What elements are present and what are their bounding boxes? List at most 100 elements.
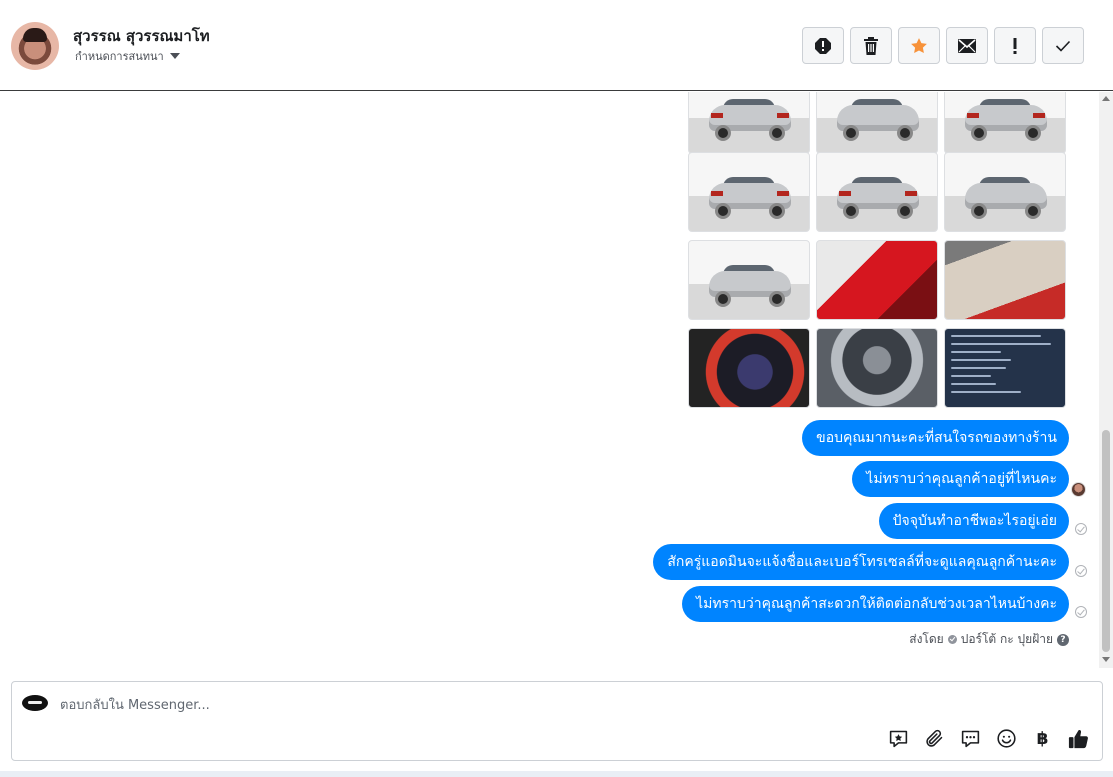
car-wheel bbox=[897, 203, 913, 219]
sent-by-info: ส่งโดย ปอร์โต้ กะ ปุยฝ้าย ? bbox=[909, 630, 1069, 649]
page-avatar bbox=[22, 695, 48, 711]
car-wheel bbox=[715, 125, 731, 141]
composer-toolbar: ฿ bbox=[887, 727, 1090, 750]
emoji-button[interactable] bbox=[995, 727, 1018, 750]
quick-reply-button[interactable] bbox=[959, 727, 982, 750]
contact-name[interactable]: สุวรรณ สุวรรณมาโท bbox=[73, 24, 210, 48]
message-row: ปัจจุบันทำอาชีพอะไรอยู่เอ่ย bbox=[878, 503, 1069, 539]
spec-line bbox=[951, 375, 991, 377]
car-photo[interactable] bbox=[944, 92, 1066, 154]
spam-icon bbox=[815, 37, 831, 54]
sent-by-prefix: ส่งโดย bbox=[909, 632, 944, 646]
car-wheel bbox=[843, 203, 859, 219]
car-photo[interactable] bbox=[816, 328, 938, 408]
car-light bbox=[1033, 113, 1045, 118]
car-wheel bbox=[843, 125, 859, 141]
reply-input[interactable] bbox=[60, 695, 960, 715]
car-photo[interactable] bbox=[944, 240, 1066, 320]
conversation-label-dropdown[interactable]: กำหนดการสนทนา bbox=[75, 47, 180, 65]
car-wheel bbox=[1025, 125, 1041, 141]
car-wheel bbox=[715, 291, 731, 307]
car-wheel bbox=[769, 203, 785, 219]
spec-line bbox=[951, 343, 1051, 345]
saved-reply-icon bbox=[889, 730, 908, 748]
header-toolbar bbox=[802, 27, 1084, 64]
car-light bbox=[777, 191, 789, 196]
car-photo[interactable] bbox=[816, 152, 938, 232]
scroll-up-arrow-icon[interactable] bbox=[1102, 96, 1110, 101]
car-spec-sheet[interactable] bbox=[944, 328, 1066, 408]
spec-line bbox=[951, 335, 1041, 337]
message-row: ขอบคุณมากนะคะที่สนใจรถของทางร้าน bbox=[802, 420, 1069, 456]
star-icon bbox=[911, 37, 927, 53]
car-wheel bbox=[769, 291, 785, 307]
follow-up-button[interactable] bbox=[994, 27, 1036, 64]
spec-line bbox=[951, 367, 1006, 369]
message-row: สักครู่แอดมินจะแจ้งชื่อและเบอร์โทรเซลล์ท… bbox=[653, 544, 1069, 580]
message-row: ไม่ทราบว่าคุณลูกค้าอยู่ที่ไหนคะ bbox=[852, 461, 1069, 497]
attach-file-button[interactable] bbox=[923, 727, 946, 750]
delivered-check-icon bbox=[1075, 523, 1087, 535]
car-photo[interactable] bbox=[944, 152, 1066, 232]
message-bubble[interactable]: ปัจจุบันทำอาชีพอะไรอยู่เอ่ย bbox=[878, 503, 1069, 539]
car-light bbox=[711, 113, 723, 118]
car-light bbox=[839, 191, 851, 196]
window-bottom-edge bbox=[0, 771, 1113, 777]
message-bubble[interactable]: ขอบคุณมากนะคะที่สนใจรถของทางร้าน bbox=[802, 420, 1069, 456]
payment-button[interactable]: ฿ bbox=[1031, 727, 1054, 750]
conversation-label-text: กำหนดการสนทนา bbox=[75, 50, 164, 63]
message-row: ไม่ทราบว่าคุณลูกค้าสะดวกให้ติดต่อกลับช่ว… bbox=[682, 586, 1069, 622]
emoji-icon bbox=[997, 729, 1016, 748]
chat-bubble-icon bbox=[961, 730, 980, 748]
car-photo[interactable] bbox=[688, 328, 810, 408]
delivered-check-icon bbox=[1075, 565, 1087, 577]
reply-composer: ฿ bbox=[11, 681, 1103, 761]
caret-down-icon bbox=[169, 53, 180, 59]
car-light bbox=[905, 191, 917, 196]
conversation-header: สุวรรณ สุวรรณมาโท กำหนดการสนทนา bbox=[0, 0, 1113, 91]
message-bubble[interactable]: ไม่ทราบว่าคุณลูกค้าสะดวกให้ติดต่อกลับช่ว… bbox=[682, 586, 1069, 622]
saved-reply-button[interactable] bbox=[887, 727, 910, 750]
spec-line bbox=[951, 391, 1021, 393]
car-light bbox=[777, 113, 789, 118]
car-photo[interactable] bbox=[688, 152, 810, 232]
spec-line bbox=[951, 351, 1001, 353]
star-button[interactable] bbox=[898, 27, 940, 64]
car-photo[interactable] bbox=[816, 240, 938, 320]
like-button[interactable] bbox=[1067, 727, 1090, 750]
check-icon bbox=[1055, 40, 1071, 52]
car-wheel bbox=[769, 125, 785, 141]
delete-button[interactable] bbox=[850, 27, 892, 64]
message-bubble[interactable]: สักครู่แอดมินจะแจ้งชื่อและเบอร์โทรเซลล์ท… bbox=[653, 544, 1069, 580]
scroll-down-arrow-icon[interactable] bbox=[1102, 657, 1110, 662]
messenger-inbox-window: สุวรรณ สุวรรณมาโท กำหนดการสนทนา ขอบคุณมา… bbox=[0, 0, 1113, 777]
car-wheel bbox=[897, 125, 913, 141]
baht-icon: ฿ bbox=[1036, 728, 1049, 749]
spec-line bbox=[951, 359, 1011, 361]
car-light bbox=[711, 191, 723, 196]
car-wheel bbox=[715, 203, 731, 219]
verified-check-icon bbox=[947, 635, 957, 644]
thumbs-up-icon bbox=[1068, 729, 1088, 748]
mark-unread-button[interactable] bbox=[946, 27, 988, 64]
spec-line bbox=[951, 383, 996, 385]
car-light bbox=[967, 113, 979, 118]
car-photo[interactable] bbox=[688, 92, 810, 154]
seen-avatar bbox=[1071, 482, 1086, 497]
sent-by-name: ปอร์โต้ กะ ปุยฝ้าย bbox=[960, 632, 1053, 646]
message-bubble[interactable]: ไม่ทราบว่าคุณลูกค้าอยู่ที่ไหนคะ bbox=[852, 461, 1069, 497]
car-photo[interactable] bbox=[816, 92, 938, 154]
car-wheel bbox=[1025, 203, 1041, 219]
thread-scrollbar[interactable] bbox=[1099, 92, 1113, 668]
car-photo[interactable] bbox=[688, 240, 810, 320]
contact-avatar[interactable] bbox=[11, 22, 59, 70]
help-icon[interactable]: ? bbox=[1057, 633, 1069, 646]
scroll-thumb[interactable] bbox=[1102, 430, 1110, 652]
mark-spam-button[interactable] bbox=[802, 27, 844, 64]
message-thread[interactable]: ขอบคุณมากนะคะที่สนใจรถของทางร้าน ไม่ทราบ… bbox=[0, 92, 1099, 668]
delivered-check-icon bbox=[1075, 606, 1087, 618]
trash-icon bbox=[864, 36, 878, 55]
car-wheel bbox=[971, 125, 987, 141]
mark-done-button[interactable] bbox=[1042, 27, 1084, 64]
exclamation-icon bbox=[1013, 37, 1017, 54]
